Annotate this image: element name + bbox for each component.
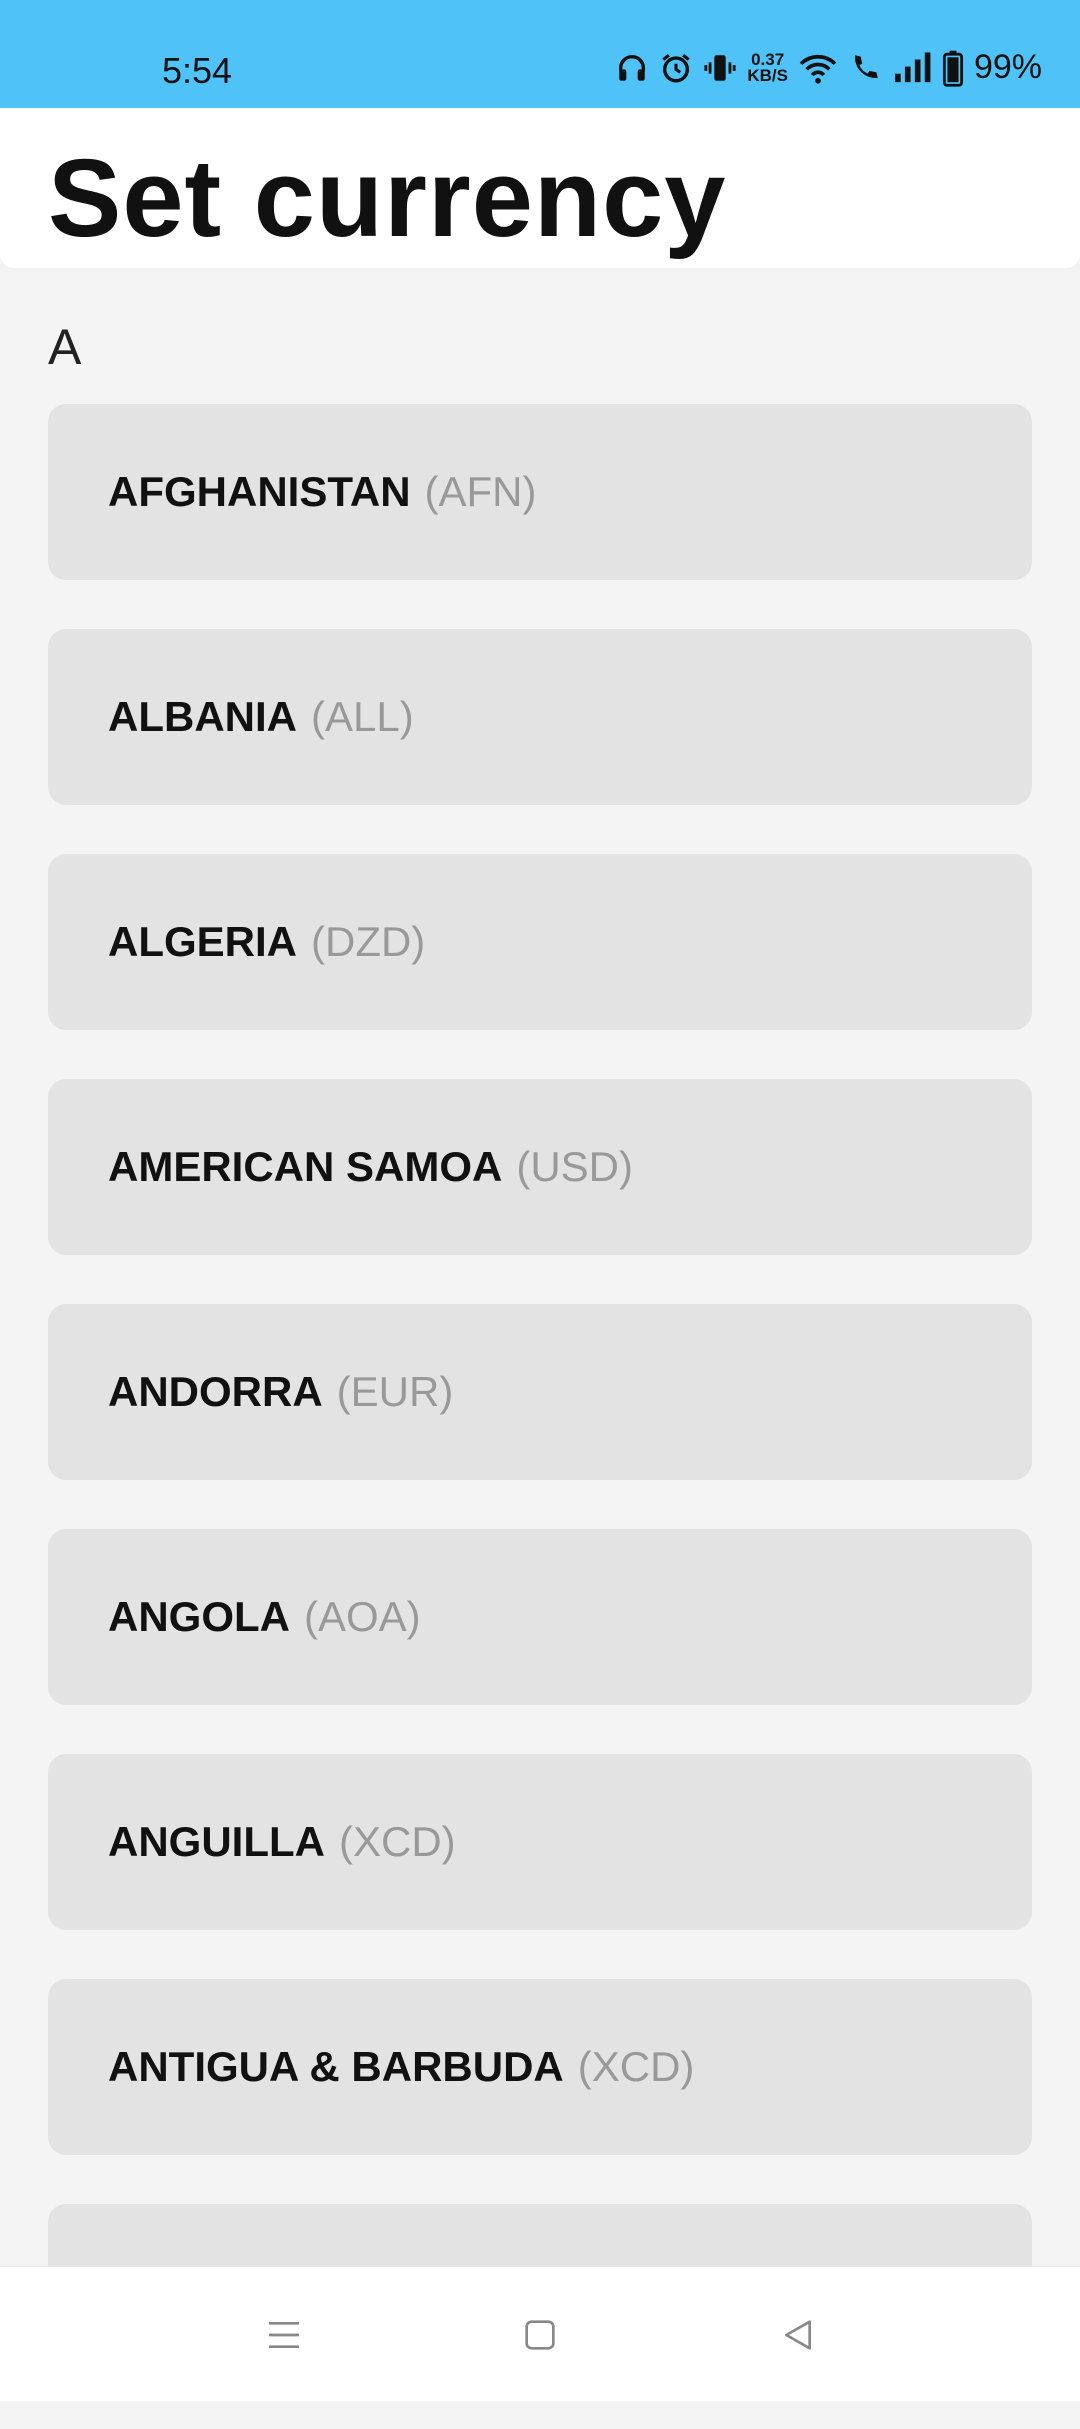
currency-item-anguilla[interactable]: ANGUILLA (XCD)	[48, 1754, 1032, 1930]
country-name: ALBANIA	[108, 693, 297, 740]
currency-code: (AOA)	[304, 1593, 421, 1640]
back-icon[interactable]	[774, 2311, 822, 2359]
currency-code: (XCD)	[577, 2043, 695, 2090]
currency-item-andorra[interactable]: ANDORRA (EUR)	[48, 1304, 1032, 1480]
currency-item-albania[interactable]: ALBANIA (ALL)	[48, 629, 1032, 805]
net-speed-unit: KB/S	[747, 65, 788, 85]
country-name: ANTIGUA & BARBUDA	[108, 2043, 564, 2090]
currency-item-afghanistan[interactable]: AFGHANISTAN (AFN)	[48, 404, 1032, 580]
country-name: AMERICAN SAMOA	[108, 1143, 503, 1190]
net-speed: 0.37 KB/S	[747, 51, 788, 85]
header: Set currency	[0, 108, 1080, 268]
alarm-icon	[659, 51, 693, 85]
status-icons: 0.37 KB/S 99%	[615, 48, 1042, 87]
currency-code: (DZD)	[311, 918, 426, 965]
country-name: ANGOLA	[108, 1593, 290, 1640]
status-bar: 5:54 0.37 KB/S 99%	[0, 0, 1080, 108]
page-title: Set currency	[48, 137, 727, 260]
battery-icon	[942, 49, 964, 87]
status-time: 5:54	[162, 50, 233, 91]
vibrate-icon	[703, 51, 737, 85]
country-name: ANDORRA	[108, 1368, 323, 1415]
signal-icon	[892, 51, 932, 85]
headphones-icon	[615, 51, 649, 85]
currency-code: (XCD)	[338, 1818, 456, 1865]
currency-code: (ALL)	[310, 693, 414, 740]
country-name: ANGUILLA	[108, 1818, 325, 1865]
country-name: ALGERIA	[108, 918, 297, 965]
currency-item-antigua-barbuda[interactable]: ANTIGUA & BARBUDA (XCD)	[48, 1979, 1032, 2155]
currency-code: (USD)	[516, 1143, 633, 1190]
currency-item-algeria[interactable]: ALGERIA (DZD)	[48, 854, 1032, 1030]
currency-code: (AFN)	[424, 468, 537, 515]
section-header-a: A	[48, 319, 82, 375]
country-name: AFGHANISTAN	[108, 468, 411, 515]
menu-icon[interactable]	[260, 2311, 308, 2359]
currency-list: AFGHANISTAN (AFN) ALBANIA (ALL) ALGERIA …	[48, 404, 1032, 2429]
home-icon[interactable]	[516, 2311, 564, 2359]
currency-item-angola[interactable]: ANGOLA (AOA)	[48, 1529, 1032, 1705]
navigation-bar	[0, 2266, 1080, 2401]
battery-percent: 99%	[973, 48, 1042, 86]
wifi-icon	[798, 51, 838, 85]
currency-item-american-samoa[interactable]: AMERICAN SAMOA (USD)	[48, 1079, 1032, 1255]
currency-code: (EUR)	[336, 1368, 454, 1415]
wifi-call-icon	[848, 51, 882, 85]
